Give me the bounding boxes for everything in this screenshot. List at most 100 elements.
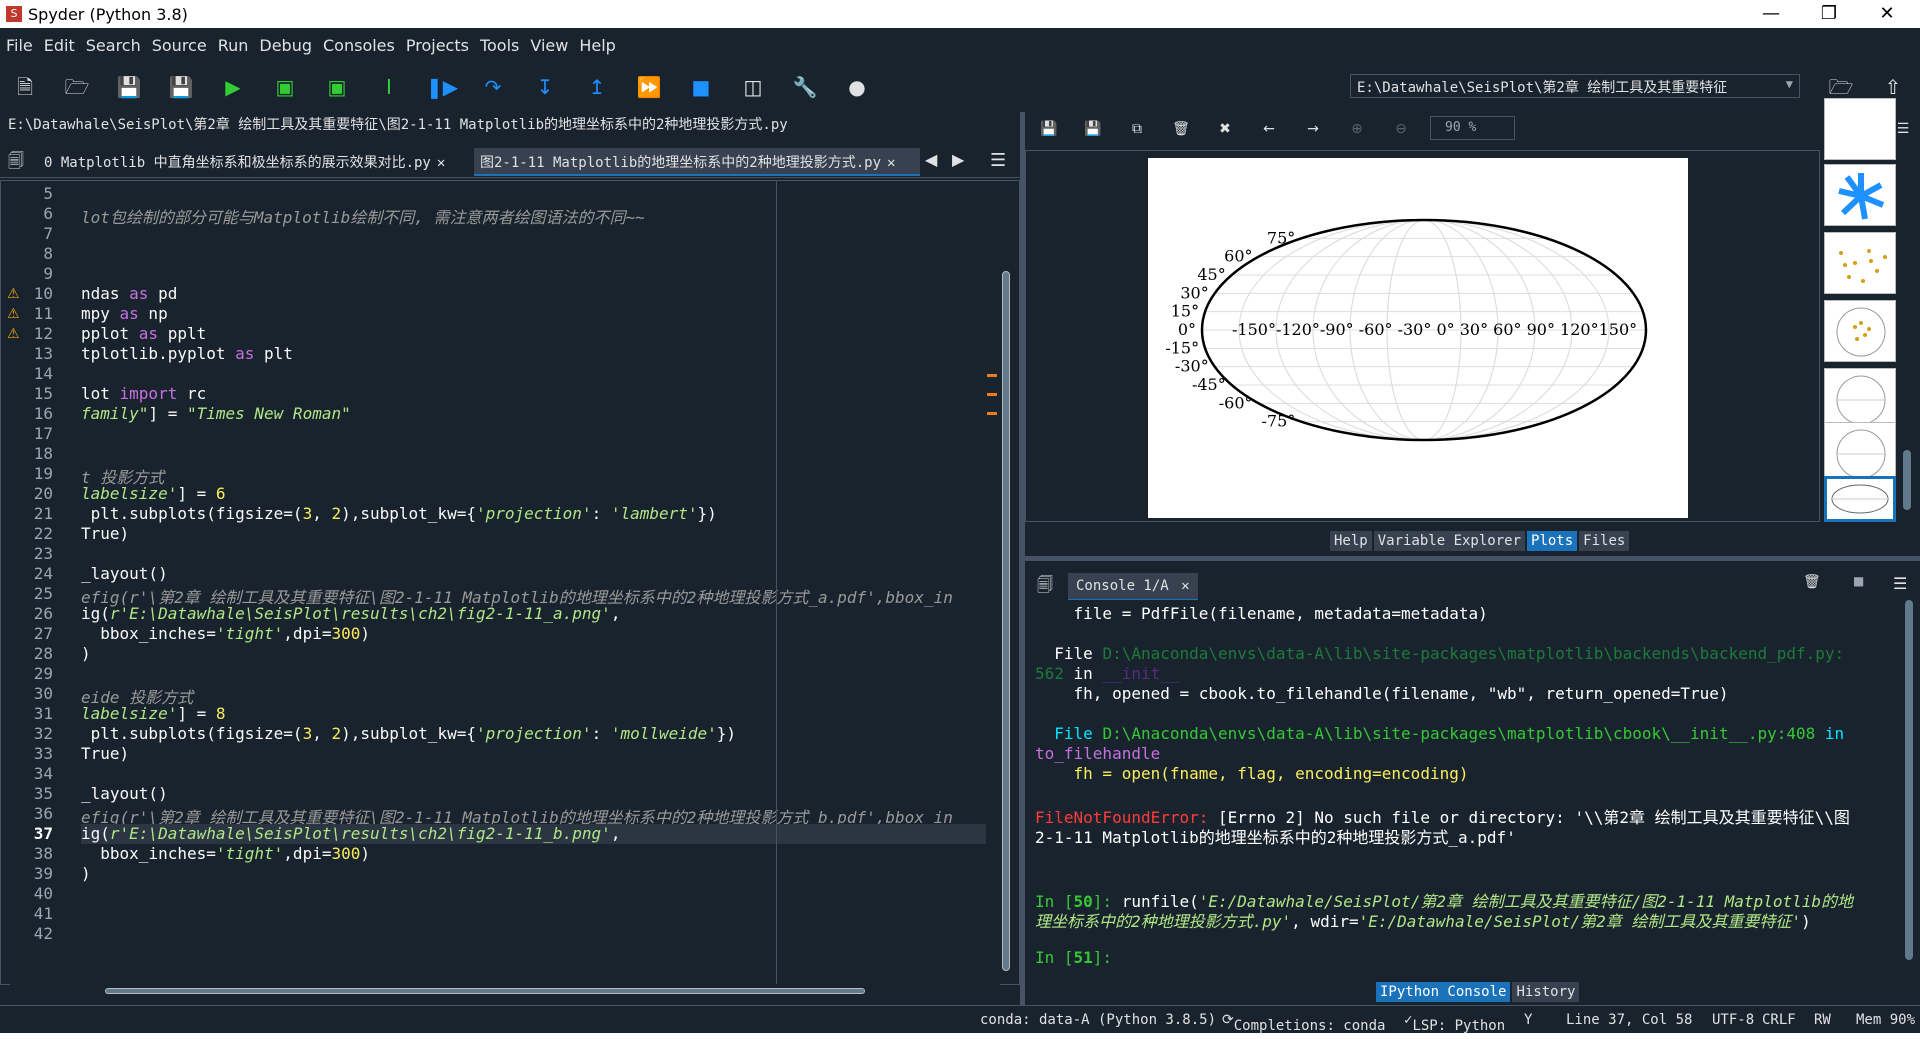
console-tab[interactable]: Console 1/A ✕	[1068, 573, 1198, 601]
menu-view[interactable]: View	[524, 28, 573, 55]
code-line[interactable]: ndas as pd	[81, 284, 177, 304]
preferences-wrench-icon[interactable]: 🔧	[790, 72, 820, 102]
plots-options-menu-icon[interactable]: ☰	[1893, 121, 1913, 137]
conda-env-status[interactable]: conda: data-A (Python 3.8.5)	[980, 1012, 1216, 1028]
menu-source[interactable]: Source	[146, 28, 212, 55]
splitter[interactable]	[1025, 556, 1920, 561]
close-tab-icon[interactable]: ✕	[437, 155, 445, 171]
new-file-icon[interactable]: 🗎	[10, 72, 40, 102]
plot-thumbnail[interactable]	[1824, 300, 1896, 362]
python-path-icon[interactable]: ●	[842, 72, 872, 102]
code-line[interactable]: bbox_inches='tight',dpi=300)	[81, 844, 370, 864]
working-directory-combo[interactable]: E:\Datawhale\SeisPlot\第2章 绘制工具及其重要特征 ▼	[1350, 74, 1800, 98]
zoom-in-icon[interactable]: ⊕	[1347, 121, 1367, 137]
code-line[interactable]: pplot as pplt	[81, 324, 206, 344]
menu-run[interactable]: Run	[212, 28, 254, 55]
run-icon[interactable]: ▶	[218, 72, 248, 102]
maximize-button[interactable]: ❐	[1800, 0, 1858, 28]
code-line[interactable]: efig(r'\第2章 绘制工具及其重要特征\图2-1-11 Matplotli…	[81, 804, 953, 827]
code-line[interactable]: True)	[81, 744, 129, 764]
code-line[interactable]: lot包绘制的部分可能与Matplotlib绘制不同, 需注意两者绘图语法的不同…	[81, 204, 645, 227]
tab-history[interactable]: History	[1512, 982, 1580, 1002]
menu-edit[interactable]: Edit	[38, 28, 80, 55]
console-scrollbar[interactable]	[1903, 600, 1915, 980]
warning-icon[interactable]: ⚠	[7, 307, 21, 321]
scrollbar-thumb[interactable]	[1903, 450, 1911, 510]
input-prompt-line[interactable]: In [51]:	[1035, 948, 1112, 967]
thumbnails-scrollbar[interactable]	[1901, 150, 1913, 522]
editor-tab-1[interactable]: 0 Matplotlib 中直角坐标系和极坐标系的展示效果对比.py ✕	[38, 148, 466, 176]
code-line[interactable]: t 投影方式	[81, 464, 164, 487]
code-line[interactable]: True)	[81, 524, 129, 544]
maximize-pane-icon[interactable]: ◫	[738, 72, 768, 102]
save-all-icon[interactable]: 💾	[166, 72, 196, 102]
editor-horizontal-scrollbar[interactable]	[10, 984, 1000, 998]
remove-variables-icon[interactable]: 🗑	[1803, 574, 1821, 590]
warning-icon[interactable]: ⚠	[7, 327, 21, 341]
menu-help[interactable]: Help	[573, 28, 620, 55]
run-cell-icon[interactable]: ▣	[270, 72, 300, 102]
interrupt-kernel-icon[interactable]: ■	[1853, 574, 1864, 588]
stop-debug-icon[interactable]: ■	[686, 72, 716, 102]
code-editor[interactable]: 5 6 7 8 9 10 11 12 13 14 15 16 17 18 19 20 21 22 23 24 25 26 2…	[0, 180, 1020, 985]
tab-scroll-right-icon[interactable]: ▶	[952, 150, 964, 169]
scrollbar-thumb[interactable]	[1002, 271, 1010, 971]
browse-tabs-icon[interactable]: 🗐	[8, 150, 24, 177]
browse-consoles-icon[interactable]: 🗐	[1037, 574, 1053, 601]
continue-icon[interactable]: ⏩	[634, 72, 664, 102]
editor-vertical-scrollbar[interactable]	[999, 181, 1013, 984]
code-line[interactable]: plt.subplots(figsize=(3, 2),subplot_kw={…	[81, 724, 736, 744]
close-tab-icon[interactable]: ✕	[1181, 578, 1189, 594]
plot-thumbnail[interactable]	[1824, 98, 1896, 160]
code-line[interactable]: tplotlib.pyplot as plt	[81, 344, 293, 364]
code-line[interactable]: lot import rc	[81, 384, 206, 404]
run-cell-advance-icon[interactable]: ▣	[322, 72, 352, 102]
save-icon[interactable]: 💾	[114, 72, 144, 102]
close-window-button[interactable]: ✕	[1858, 0, 1916, 28]
debug-icon[interactable]: ❚▶	[426, 72, 458, 102]
tab-variable-explorer[interactable]: Variable Explorer	[1373, 531, 1526, 551]
run-selection-icon[interactable]: I	[374, 72, 404, 102]
remove-all-plots-icon[interactable]: ✖	[1215, 121, 1235, 137]
menu-search[interactable]: Search	[80, 28, 146, 55]
close-tab-icon[interactable]: ✕	[887, 155, 895, 171]
editor-tab-2[interactable]: 图2-1-11 Matplotlib的地理坐标系中的2种地理投影方式.py ✕	[474, 148, 920, 176]
code-line[interactable]: )	[81, 644, 91, 664]
scrollbar-thumb[interactable]	[105, 988, 865, 994]
warning-icon[interactable]: ⚠	[7, 287, 21, 301]
step-into-icon[interactable]: ↧	[530, 72, 560, 102]
next-plot-icon[interactable]: →	[1303, 121, 1323, 137]
code-line[interactable]: family"] = "Times New Roman"	[81, 404, 351, 424]
remove-plot-icon[interactable]: 🗑	[1171, 121, 1191, 137]
menu-tools[interactable]: Tools	[474, 28, 524, 55]
code-line[interactable]: labelsize'] = 8	[81, 704, 226, 724]
code-line[interactable]: ig(r'E:\Datawhale\SeisPlot\results\ch2\f…	[81, 604, 620, 624]
editor-options-menu-icon[interactable]: ☰	[990, 150, 1006, 171]
menu-debug[interactable]: Debug	[253, 28, 317, 55]
tab-files[interactable]: Files	[1579, 531, 1630, 551]
console-options-menu-icon[interactable]: ☰	[1893, 574, 1907, 593]
ipython-console-output[interactable]: file = PdfFile(filename, metadata=metada…	[1025, 600, 1905, 980]
save-all-plots-icon[interactable]: 💾	[1083, 121, 1103, 137]
menu-consoles[interactable]: Consoles	[317, 28, 400, 55]
chevron-down-icon[interactable]: ▼	[1786, 77, 1793, 91]
tab-plots[interactable]: Plots	[1527, 531, 1578, 551]
plot-thumbnail[interactable]	[1824, 422, 1896, 484]
tab-ipython-console[interactable]: IPython Console	[1376, 982, 1511, 1002]
code-line[interactable]: plt.subplots(figsize=(3, 2),subplot_kw={…	[81, 504, 717, 524]
plot-thumbnail-selected[interactable]	[1824, 476, 1896, 522]
plot-thumbnail[interactable]	[1824, 232, 1896, 294]
code-line[interactable]: _layout()	[81, 784, 168, 804]
tab-scroll-left-icon[interactable]: ◀	[925, 150, 937, 169]
code-line[interactable]: _layout()	[81, 564, 168, 584]
code-area[interactable]: lot包绘制的部分可能与Matplotlib绘制不同, 需注意两者绘图语法的不同…	[81, 181, 986, 984]
scrollbar-thumb[interactable]	[1905, 600, 1913, 960]
code-line[interactable]: )	[81, 864, 91, 884]
code-line[interactable]: efig(r'\第2章 绘制工具及其重要特征\图2-1-11 Matplotli…	[81, 584, 953, 607]
step-return-icon[interactable]: ↥	[582, 72, 612, 102]
save-plot-icon[interactable]: 💾	[1039, 121, 1059, 137]
menu-file[interactable]: File	[0, 28, 38, 55]
code-line[interactable]: eide 投影方式	[81, 684, 193, 707]
open-folder-icon[interactable]: 🗁	[62, 72, 92, 102]
code-line[interactable]: labelsize'] = 6	[81, 484, 226, 504]
